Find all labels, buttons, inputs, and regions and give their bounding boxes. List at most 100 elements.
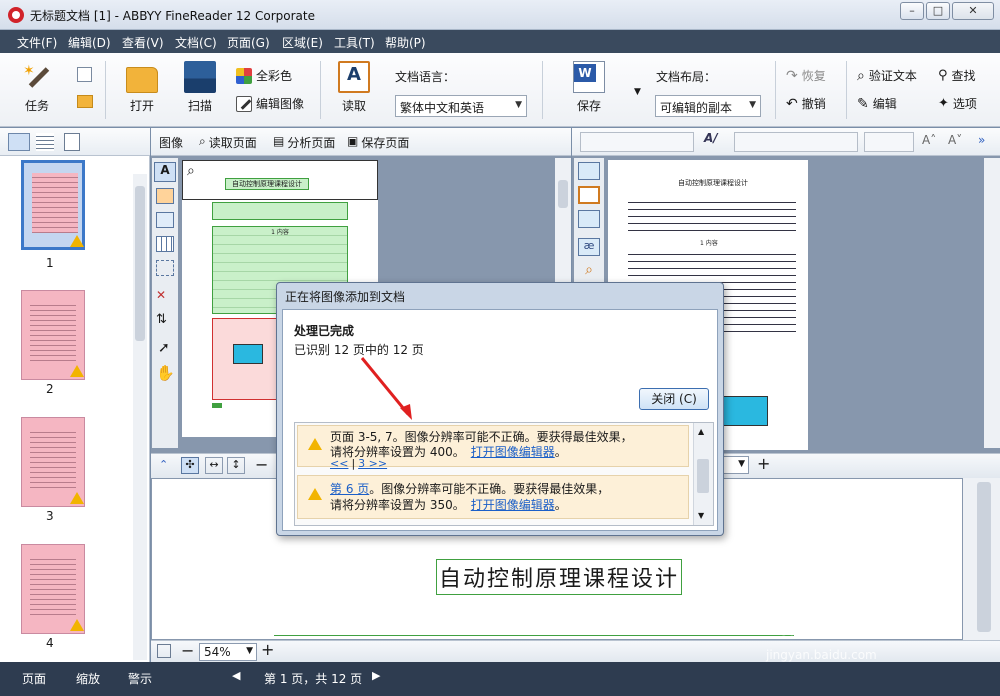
page-thumbnail-1[interactable] <box>21 160 85 250</box>
warning-icon <box>70 365 84 377</box>
note-nav-next-link[interactable]: 3 >> <box>358 457 387 470</box>
barcode-area-tool-icon[interactable] <box>156 260 174 276</box>
select-cursor-icon[interactable]: ➚ <box>158 340 170 356</box>
menu-view[interactable]: 查看(V) <box>122 34 164 51</box>
page-6-link[interactable]: 第 6 页 <box>330 480 369 497</box>
font-select[interactable] <box>734 132 858 152</box>
layout-view-icon[interactable] <box>578 210 600 228</box>
menu-page[interactable]: 页面(G) <box>227 34 270 51</box>
pane-toggle-icon[interactable] <box>157 644 171 658</box>
menu-help[interactable]: 帮助(P) <box>385 34 426 51</box>
page-label: 1 <box>46 256 54 270</box>
options-button[interactable]: ✦ 选项 <box>938 95 977 112</box>
delete-area-tool-icon[interactable]: ✕ <box>156 288 174 304</box>
analyze-page-button[interactable]: ▤ 分析页面 <box>273 134 335 151</box>
full-color-button[interactable]: 全彩色 <box>236 67 292 84</box>
table-area-tool-icon[interactable] <box>156 236 174 252</box>
zoom-in-icon[interactable]: + <box>757 454 770 473</box>
scroll-down-icon[interactable]: ▼ <box>698 511 704 520</box>
redo-button[interactable]: ↷ 恢复 <box>786 67 826 84</box>
open-button[interactable]: 打开 <box>118 61 166 114</box>
verify-text-button[interactable]: ⌕ 验证文本 <box>857 67 917 84</box>
text-area-block[interactable] <box>212 202 348 220</box>
text-area-tool-icon[interactable]: A <box>154 162 176 182</box>
close-window-button[interactable]: ✕ <box>952 2 994 20</box>
undo-button[interactable]: ↶ 撤销 <box>786 95 826 112</box>
fit-page-icon[interactable]: ✣ <box>181 457 199 474</box>
details-view-icon[interactable] <box>36 133 54 151</box>
save-button[interactable]: W 保存 <box>565 61 613 114</box>
page-thumbnail-3[interactable] <box>21 417 85 507</box>
text-scrollbar[interactable] <box>984 158 1000 448</box>
edit-pencil-icon: ✎ <box>857 95 869 112</box>
edit-button[interactable]: ✎ 编辑 <box>857 95 897 112</box>
more-options-icon[interactable]: » <box>978 133 985 147</box>
scroll-up-icon[interactable]: ▲ <box>698 427 704 436</box>
increase-font-icon[interactable]: A˄ <box>922 133 936 147</box>
style-select[interactable] <box>580 132 694 152</box>
read-page-button[interactable]: ⌕ 读取页面 <box>199 134 257 151</box>
font-style-icon[interactable]: A/ <box>704 131 718 145</box>
save-dropdown-icon[interactable]: ▼ <box>634 87 641 97</box>
warning-icon <box>70 619 84 631</box>
layout-select[interactable]: 可编辑的副本 ▼ <box>655 95 761 117</box>
status-pages-tab[interactable]: 页面 <box>22 670 46 687</box>
picture-area-tool-icon[interactable] <box>156 188 174 204</box>
open-image-editor-link-2[interactable]: 打开图像编辑器 <box>471 496 555 513</box>
scan-button[interactable]: 扫描 <box>176 61 224 114</box>
zoom-pane-zoom-out-icon[interactable]: − <box>181 641 194 660</box>
page-properties-icon[interactable] <box>64 133 80 151</box>
task-button[interactable]: ✶ 任务 <box>12 61 62 114</box>
thumbnail-view-icon[interactable] <box>8 133 30 151</box>
menu-document[interactable]: 文档(C) <box>175 34 217 51</box>
verify-spelling-icon[interactable]: æ <box>578 238 600 256</box>
next-page-icon[interactable]: ▶ <box>372 669 380 682</box>
magic-wand-icon: ✶ <box>21 61 53 93</box>
page-indicator: 第 1 页，共 12 页 <box>264 672 363 686</box>
open-image-editor-link-1[interactable]: 打开图像编辑器 <box>471 443 555 460</box>
background-picture-tool-icon[interactable] <box>156 212 174 228</box>
note-nav-prev-link[interactable]: << <box>330 457 348 470</box>
page-thumbnail-4[interactable] <box>21 544 85 634</box>
decrease-font-icon[interactable]: A˅ <box>948 133 962 147</box>
open-folder-small-icon[interactable] <box>77 95 93 108</box>
fit-height-icon[interactable]: ↕ <box>227 457 245 474</box>
edit-image-button[interactable]: 编辑图像 <box>236 95 304 112</box>
status-zoom-tab[interactable]: 缩放 <box>76 670 100 687</box>
menu-edit[interactable]: 编辑(D) <box>68 34 111 51</box>
text-format-toolbar: A/ A˄ A˅ » <box>572 128 1000 156</box>
picture-view-icon[interactable] <box>578 162 600 180</box>
menu-area[interactable]: 区域(E) <box>282 34 323 51</box>
warning-note-2-text2: 请将分辨率设置为 350。 <box>330 498 465 512</box>
zoom-pane-zoom-in-icon[interactable]: + <box>261 640 274 659</box>
warnings-scrollbar[interactable]: ▲ ▼ <box>693 423 713 525</box>
menu-tools[interactable]: 工具(T) <box>334 34 375 51</box>
frame-view-icon[interactable] <box>578 186 600 204</box>
page-thumbnail-2[interactable] <box>21 290 85 380</box>
save-page-button[interactable]: ▣ 保存页面 <box>347 134 409 151</box>
read-button[interactable]: A 读取 <box>331 61 377 114</box>
maximize-button[interactable]: □ <box>926 2 950 20</box>
font-size-select[interactable] <box>864 132 914 152</box>
zoom-out-icon[interactable]: − <box>255 455 268 474</box>
warning-note-2-period: 。 <box>554 498 567 512</box>
status-warnings-tab[interactable]: 警示 <box>128 670 152 687</box>
zoom-scrollbar[interactable] <box>963 478 1000 640</box>
order-areas-tool-icon[interactable]: ⇅ <box>156 312 174 330</box>
pages-scrollbar[interactable] <box>133 174 147 660</box>
new-document-icon[interactable] <box>77 67 92 82</box>
document-language-select[interactable]: 繁体中文和英语 ▼ <box>395 95 527 117</box>
image-toolbar: 图像 ⌕ 读取页面 ▤ 分析页面 ▣ 保存页面 <box>151 128 571 156</box>
minimize-button[interactable]: – <box>900 2 924 20</box>
image-tools-palette: A ✕ ⇅ ➚ ✋ <box>152 158 178 448</box>
menu-file[interactable]: 文件(F) <box>17 34 57 51</box>
zoom-select[interactable]: 54% ▼ <box>199 643 257 661</box>
find-button[interactable]: ⚲ 查找 <box>938 67 976 84</box>
collapse-icon[interactable]: ⌃ <box>159 458 168 471</box>
hand-tool-icon[interactable]: ✋ <box>156 364 175 382</box>
status-bar: 页面 缩放 警示 ◀ 第 1 页，共 12 页 ▶ <box>0 662 1000 696</box>
fit-width-icon[interactable]: ↔ <box>205 457 223 474</box>
close-dialog-button[interactable]: 关闭 (C) <box>639 388 709 410</box>
previous-page-icon[interactable]: ◀ <box>232 669 240 682</box>
verify-ocr-icon[interactable]: ⌕ <box>578 262 600 280</box>
